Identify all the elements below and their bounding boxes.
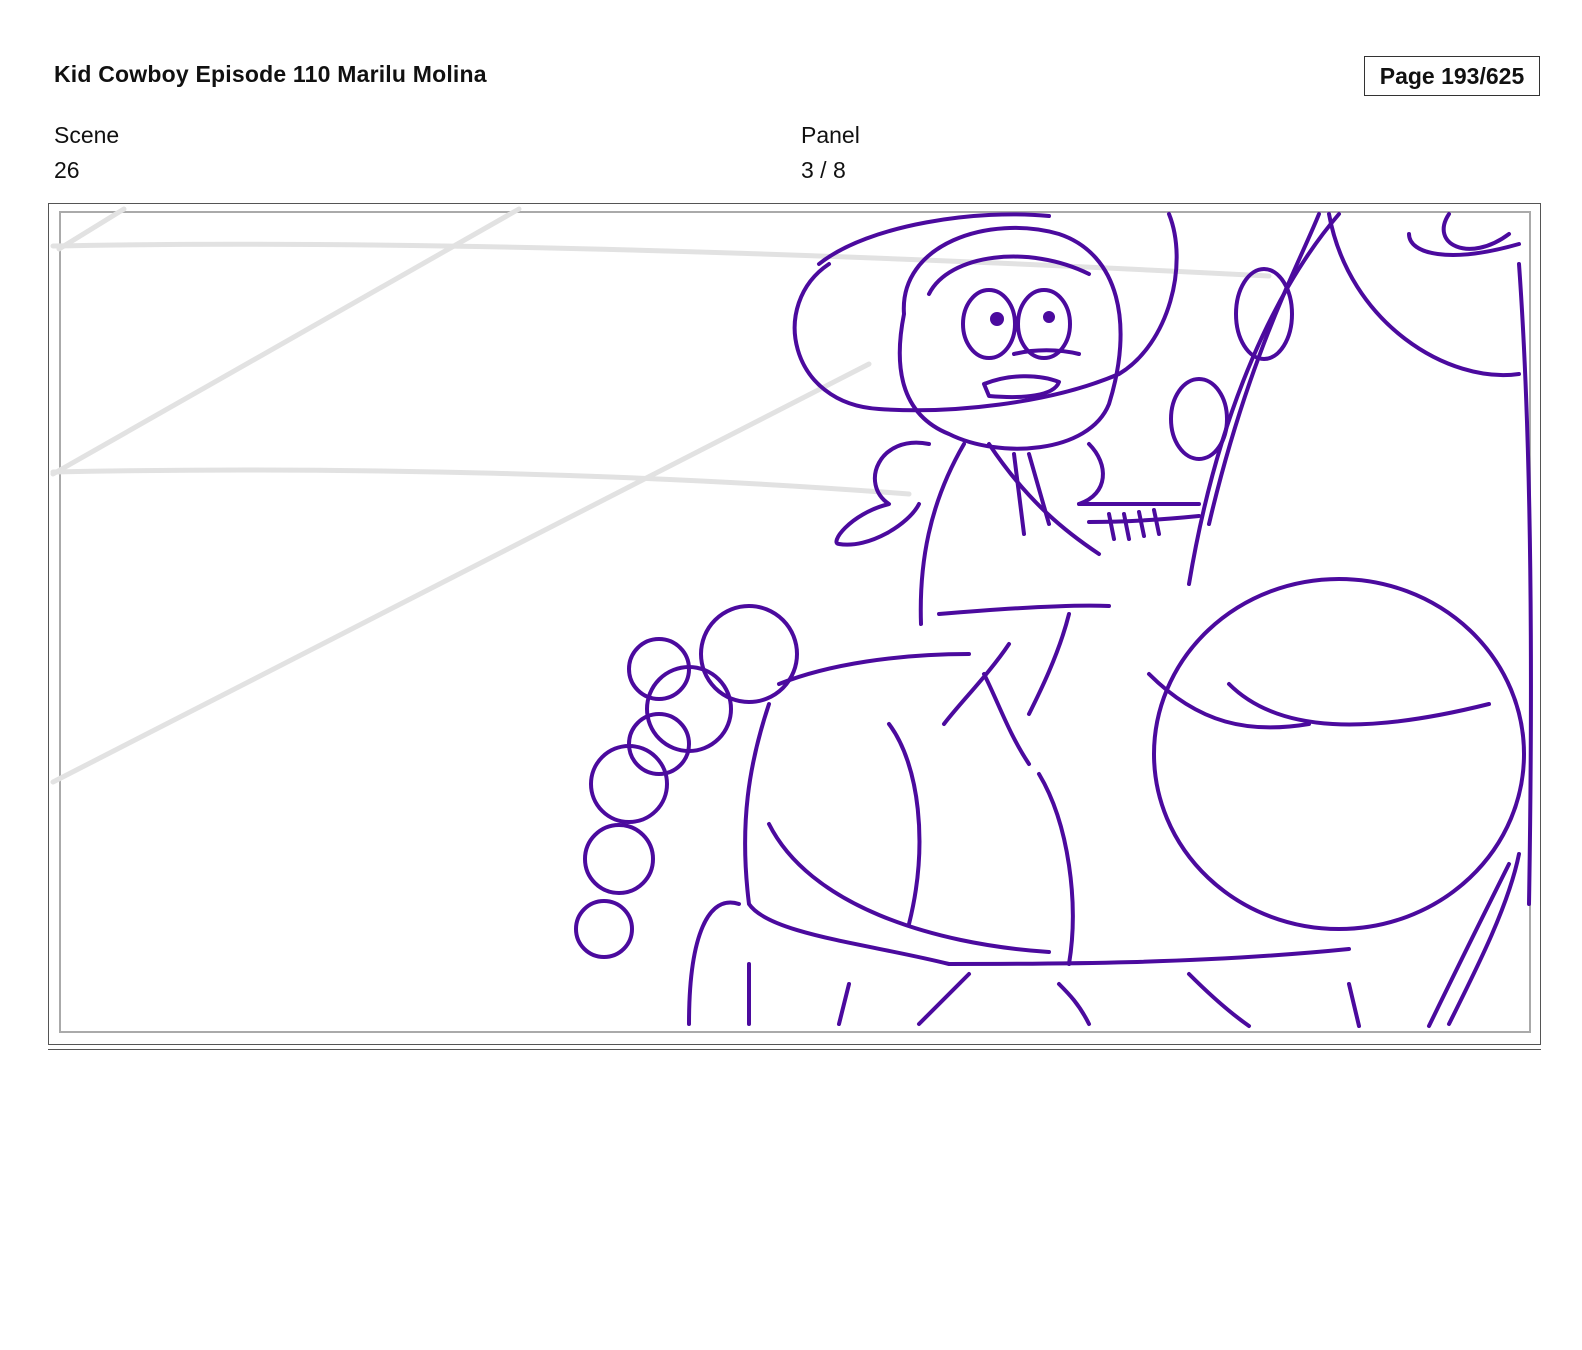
- character-sketch: [574, 212, 1533, 1028]
- panel-underline: [48, 1049, 1541, 1050]
- page-number-box: Page 193/625: [1364, 56, 1540, 96]
- scene-value: 26: [54, 157, 80, 183]
- storyboard-panel-frame: [48, 203, 1541, 1045]
- scene-label: Scene: [54, 122, 120, 148]
- storyboard-sketch-drawing: [50, 206, 1533, 1033]
- doc-title: Kid Cowboy Episode 110 Marilu Molina: [54, 61, 487, 87]
- panel-value: 3 / 8: [801, 157, 846, 183]
- panel-label: Panel: [801, 122, 860, 148]
- background-perspective-lines: [50, 206, 1272, 785]
